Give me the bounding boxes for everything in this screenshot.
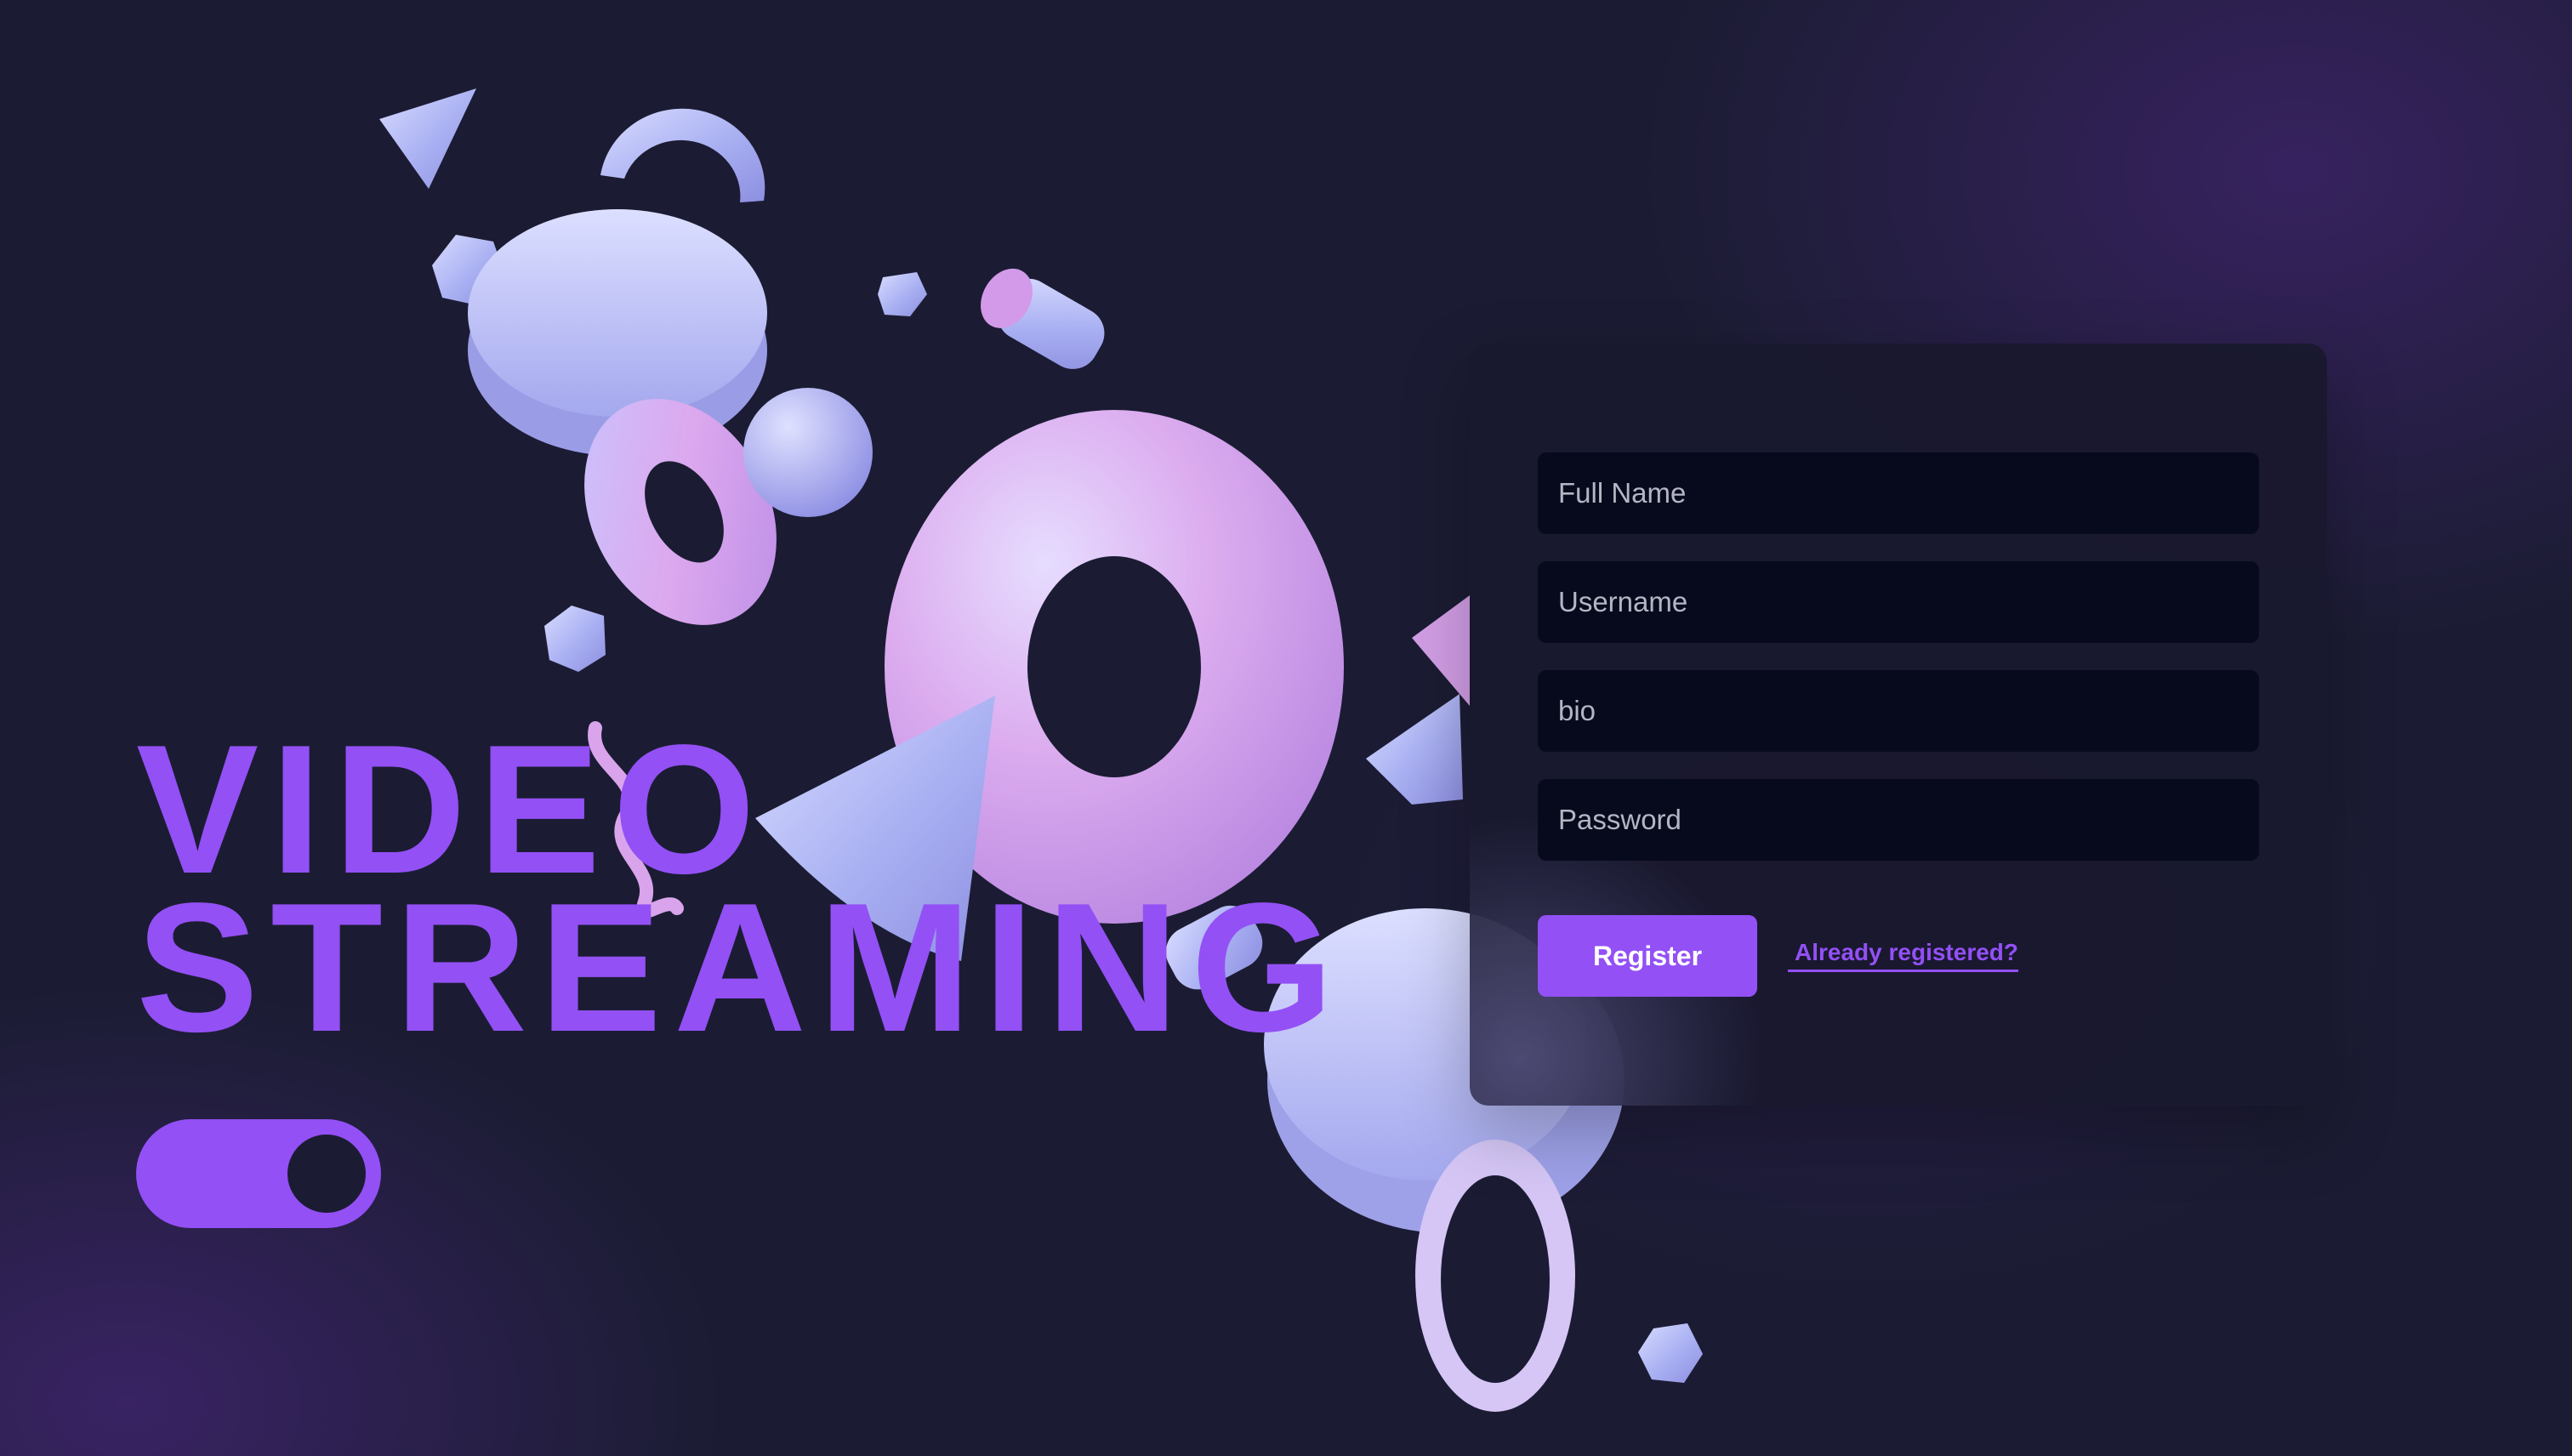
cone-shape: [1412, 595, 1470, 706]
theme-toggle[interactable]: [136, 1119, 381, 1228]
register-button[interactable]: Register: [1538, 915, 1757, 997]
hexagon-shape: [432, 235, 505, 306]
ring-shape: [1415, 1140, 1575, 1412]
torus-shape: [584, 399, 777, 625]
toggle-knob: [287, 1135, 366, 1213]
full-name-input[interactable]: [1538, 452, 2259, 534]
hexagon-shape: [1638, 1323, 1703, 1383]
hero-title: VIDEO STREAMING: [136, 717, 1346, 1070]
cylinder-shape: [981, 268, 1105, 369]
half-ring-shape: [600, 108, 765, 202]
hemisphere-shape: [468, 245, 767, 456]
hero-title-line-2: STREAMING: [136, 864, 1346, 1070]
bio-input[interactable]: [1538, 670, 2259, 752]
cone-shape: [1366, 694, 1463, 805]
hexagon-shape: [878, 272, 927, 316]
cone-shape: [379, 88, 476, 189]
hexagon-shape: [544, 606, 606, 672]
username-input[interactable]: [1538, 561, 2259, 643]
already-registered-link[interactable]: Already registered?: [1788, 939, 2018, 972]
register-card: Register Already registered?: [1470, 344, 2327, 1106]
password-input[interactable]: [1538, 779, 2259, 861]
sphere-shape: [743, 388, 873, 517]
